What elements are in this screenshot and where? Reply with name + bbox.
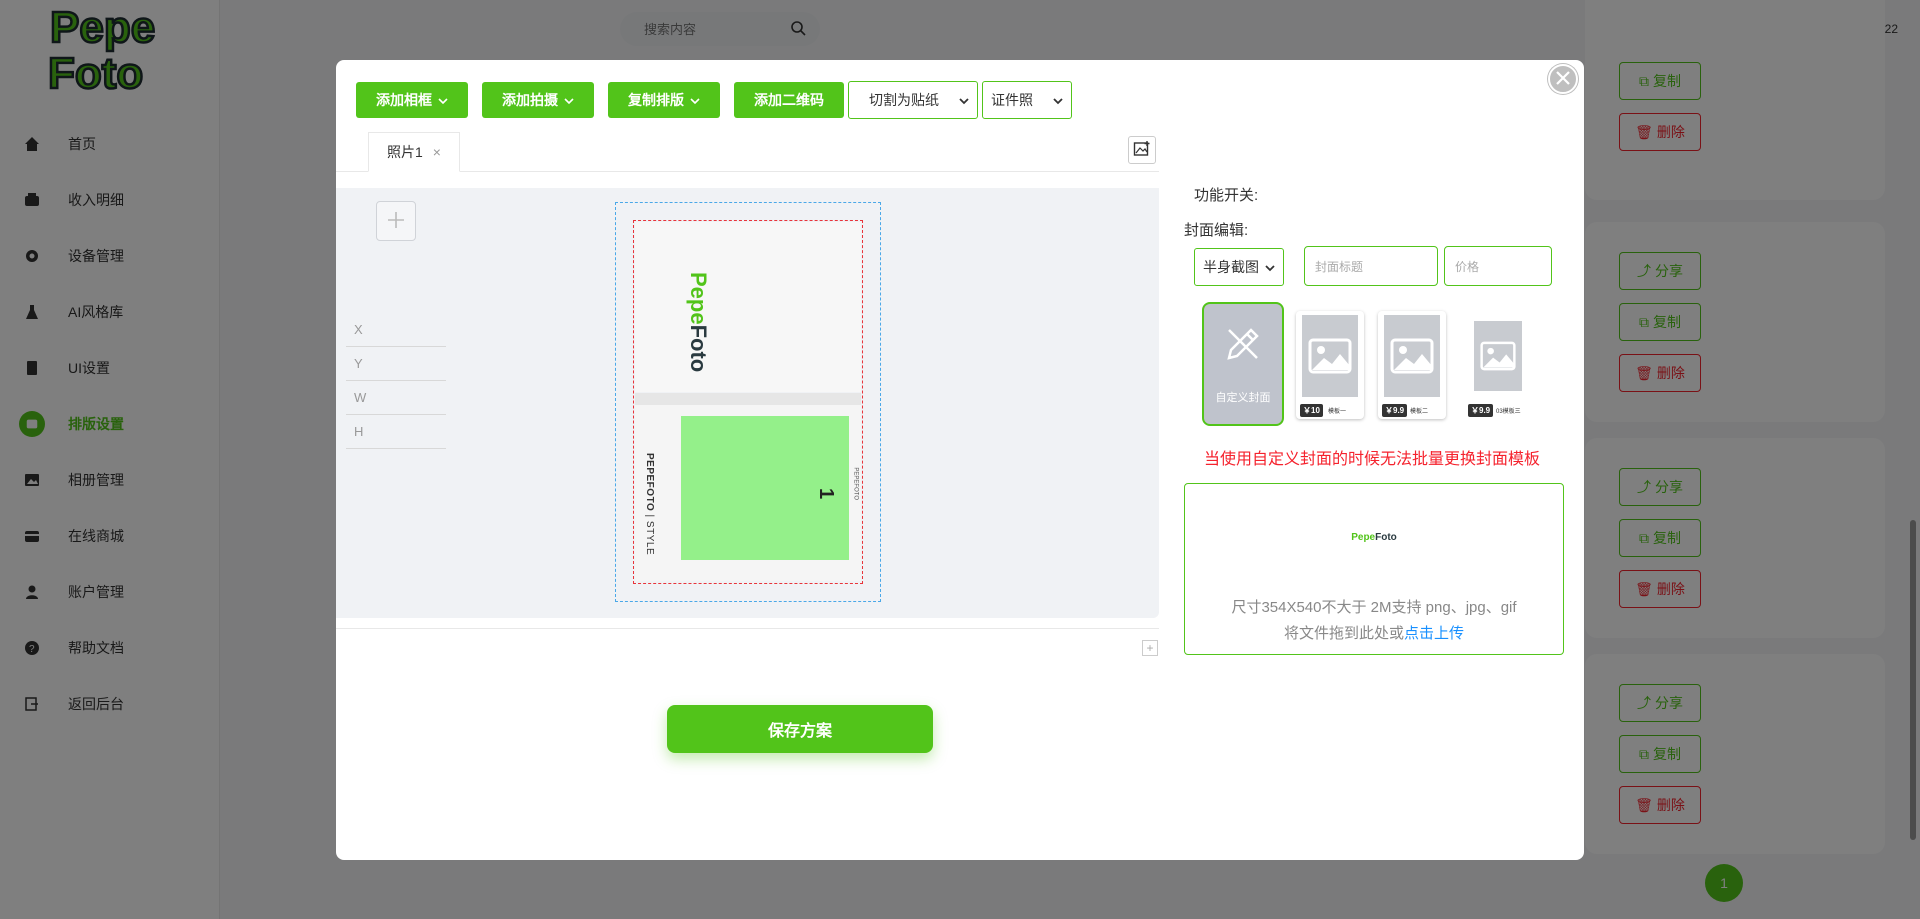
sheet-header[interactable]: PepeFoto (635, 222, 861, 392)
add-element-button[interactable] (376, 201, 416, 241)
template-name: 03模板三 (1496, 409, 1521, 415)
photo-type-select[interactable]: 证件照 (982, 81, 1072, 119)
template-price: ￥10 (1300, 404, 1323, 417)
style-caption: PEPEFOTO | STYLE (644, 453, 655, 556)
x-field[interactable]: X (346, 313, 446, 347)
upload-size-hint: 尺寸354X540不大于 2M支持 png、jpg、gif (1231, 599, 1517, 616)
cover-template-2[interactable]: ￥9.9 模板二 (1378, 311, 1446, 419)
divider (336, 628, 1159, 629)
editor-toolbar: 添加相框 添加拍摄 复制排版 添加二维码 切割为贴纸 证件照 (356, 81, 1072, 119)
brand-logo-vertical: PepeFoto (686, 272, 711, 373)
upload-drag-hint: 将文件拖到此处或点击上传 (1283, 625, 1465, 642)
layout-canvas: X Y W H PepeFoto PEPEFOTO | STYLE 1 PEPE… (336, 188, 1159, 618)
photo-slot[interactable]: 1 (681, 416, 849, 560)
cover-template-1[interactable]: ￥10 模板一 (1296, 311, 1364, 419)
cover-upload-dropzone[interactable]: PepeFoto 尺寸354X540不大于 2M支持 png、jpg、gif 将… (1184, 483, 1564, 655)
template-price: ￥9.9 (1382, 404, 1408, 417)
close-button[interactable] (1548, 64, 1578, 94)
cut-line: PepeFoto PEPEFOTO | STYLE 1 PEPEFOTO (633, 220, 863, 584)
photo-slot-number: 1 (814, 487, 837, 500)
sheet-photo-area[interactable]: PEPEFOTO | STYLE 1 PEPEFOTO (635, 405, 861, 581)
cover-template-3[interactable]: ￥9.9 03模板三 (1464, 311, 1532, 419)
chevron-down-icon (564, 92, 574, 108)
photo-watermark: PEPEFOTO (853, 467, 859, 500)
y-field[interactable]: Y (346, 347, 446, 381)
upload-preview-logo: PepeFoto (1351, 532, 1397, 543)
w-field[interactable]: W (346, 381, 446, 415)
photo-tabs: 照片1 × (336, 132, 1159, 172)
add-qrcode-button[interactable]: 添加二维码 (734, 82, 844, 118)
close-icon (1555, 70, 1571, 89)
chevron-down-icon (959, 92, 969, 108)
chevron-down-icon (438, 92, 448, 108)
cover-edit-label: 封面编辑: (1184, 222, 1249, 239)
position-fields: X Y W H (346, 313, 446, 449)
cover-mode-select[interactable]: 半身截图 (1194, 248, 1284, 286)
expand-icon[interactable]: + (1142, 640, 1158, 656)
add-shoot-button[interactable]: 添加拍摄 (482, 82, 594, 118)
save-plan-button[interactable]: 保存方案 (667, 705, 933, 753)
cover-title-input[interactable]: 封面标题 (1304, 246, 1438, 286)
price-input[interactable]: 价格 (1444, 246, 1552, 286)
cut-mode-select[interactable]: 切割为贴纸 (848, 81, 978, 119)
sheet-separator (635, 393, 861, 405)
add-frame-button[interactable]: 添加相框 (356, 82, 468, 118)
plus-icon (386, 210, 406, 233)
close-tab-icon[interactable]: × (433, 144, 441, 160)
template-name: 模板二 (1410, 409, 1429, 415)
image-placeholder-icon (1384, 315, 1440, 397)
add-image-button[interactable] (1128, 136, 1156, 164)
image-add-icon (1133, 140, 1151, 161)
layout-editor-modal: 添加相框 添加拍摄 复制排版 添加二维码 切割为贴纸 证件照 照片1 × X Y… (336, 60, 1584, 860)
click-upload-link[interactable]: 点击上传 (1404, 625, 1464, 642)
edit-pencil-icon (1223, 324, 1263, 367)
chevron-down-icon (1053, 92, 1063, 108)
paper-boundary: PepeFoto PEPEFOTO | STYLE 1 PEPEFOTO (615, 202, 881, 602)
image-placeholder-icon (1302, 315, 1358, 397)
custom-cover-warning: 当使用自定义封面的时候无法批量更换封面模板 (1204, 451, 1541, 468)
h-field[interactable]: H (346, 415, 446, 449)
tab-photo-1[interactable]: 照片1 × (368, 132, 460, 172)
image-placeholder-icon (1474, 321, 1522, 391)
custom-cover-option[interactable]: 自定义封面 (1202, 302, 1284, 426)
template-name: 模板一 (1328, 409, 1347, 415)
chevron-down-icon (1265, 259, 1275, 275)
template-price: ￥9.9 (1468, 404, 1494, 417)
copy-layout-button[interactable]: 复制排版 (608, 82, 720, 118)
chevron-down-icon (690, 92, 700, 108)
function-switch-label: 功能开关: (1194, 187, 1259, 204)
